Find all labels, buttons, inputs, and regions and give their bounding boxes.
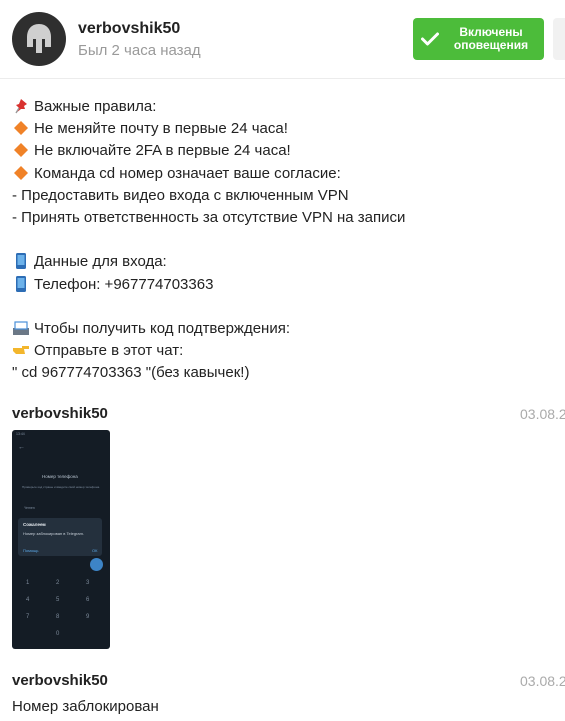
message-line: Телефон: +967774703363: [12, 274, 552, 296]
pointing-hand-icon: [12, 342, 30, 358]
screenshot-back-arrow-icon: ←: [18, 444, 25, 451]
message-line-text: Отправьте в этот чат:: [34, 342, 184, 360]
dialog-help-link: Помощь: [23, 548, 39, 553]
keypad-key: 5: [56, 597, 60, 603]
keypad-key: 9: [86, 614, 90, 620]
keypad-key: 6: [86, 597, 90, 603]
message-text: Номер заблокирован: [12, 698, 159, 715]
mobile-phone-icon: [12, 275, 30, 292]
keypad-key: 0: [56, 631, 60, 637]
message-line: Данные для входа:: [12, 251, 552, 273]
message-line-text: Чтобы получить код подтверждения:: [34, 319, 291, 337]
message-line-text: Телефон: +967774703363: [34, 275, 214, 293]
keypad-key: 8: [56, 614, 60, 620]
checkmark-icon: [413, 32, 447, 46]
message-line-text: Данные для входа:: [34, 253, 167, 271]
message-line-text: Важные правила:: [34, 98, 157, 115]
post-date: 03.08.2: [520, 406, 565, 422]
keypad-key: 4: [26, 597, 30, 603]
keypad-key: 1: [26, 580, 30, 586]
spartan-helmet-icon: [27, 24, 51, 53]
message-line: Отправьте в этот чат:: [12, 340, 552, 362]
notifications-enabled-button[interactable]: Включены оповещения: [413, 18, 544, 60]
post-author[interactable]: verbovshik50: [12, 405, 108, 422]
pushpin-icon: [12, 98, 30, 114]
keypad-key: 2: [56, 580, 60, 586]
message-line: Не включайте 2FA в первые 24 часа!: [12, 140, 552, 162]
message-line-text: - Предоставить видео входа с включенным …: [12, 186, 349, 204]
orange-diamond-icon: [12, 165, 30, 181]
message-line-text: Не включайте 2FA в первые 24 часа!: [34, 142, 291, 160]
avatar[interactable]: [12, 12, 66, 66]
orange-diamond-icon: [12, 120, 30, 136]
message-line: Важные правила:: [12, 96, 552, 118]
blocked-dialog: Сожалеем Номер заблокирован в Telegram. …: [18, 518, 102, 556]
message-line-text: Команда cd номер означает ваше согласие:: [34, 164, 341, 182]
message-text: Важные правила: Не меняйте почту в первые…: [12, 96, 552, 384]
screenshot-country: Yemen: [24, 506, 35, 510]
notifications-button-label: Включены оповещения: [453, 25, 529, 52]
mobile-phone-icon: [12, 253, 30, 270]
message-line: Не меняйте почту в первые 24 часа!: [12, 118, 552, 140]
keypad-key: 3: [86, 580, 90, 586]
dialog-title: Сожалеем: [23, 522, 46, 527]
post-date: 03.08.2: [520, 673, 565, 689]
message-line-text: - Принять ответственность за отсутствие …: [12, 208, 406, 226]
keypad-key: 7: [26, 614, 30, 620]
chat-header: verbovshik50 Был 2 часа назад Включены о…: [0, 0, 565, 79]
username[interactable]: verbovshik50: [78, 20, 180, 38]
screenshot-status-time: 13:44: [16, 432, 25, 436]
last-seen-status: Был 2 часа назад: [78, 42, 201, 59]
dialog-ok: ОК: [92, 548, 98, 553]
message-line-text: Не меняйте почту в первые 24 часа!: [34, 120, 288, 138]
orange-diamond-icon: [12, 142, 30, 158]
screenshot-next-fab: [90, 558, 103, 571]
message-line: - Предоставить видео входа с включенным …: [12, 185, 552, 207]
message-line-text: " cd 967774703363 "(без кавычек!): [12, 364, 250, 382]
dialog-body: Номер заблокирован в Telegram.: [23, 531, 85, 536]
message-line: " cd 967774703363 "(без кавычек!): [12, 362, 552, 384]
screenshot-hint: Проверьте код страны и введите свой номе…: [22, 485, 100, 489]
message-line: Команда cd номер означает ваше согласие:: [12, 163, 552, 185]
post-author[interactable]: verbovshik50: [12, 672, 108, 689]
inbox-tray-icon: [12, 320, 30, 336]
attached-screenshot[interactable]: 13:44 ← Номер телефона Проверьте код стр…: [12, 430, 110, 649]
message-line: Чтобы получить код подтверждения:: [12, 318, 552, 340]
more-button[interactable]: [553, 18, 565, 60]
screenshot-heading: Номер телефона: [42, 474, 78, 479]
message-line: - Принять ответственность за отсутствие …: [12, 207, 552, 229]
